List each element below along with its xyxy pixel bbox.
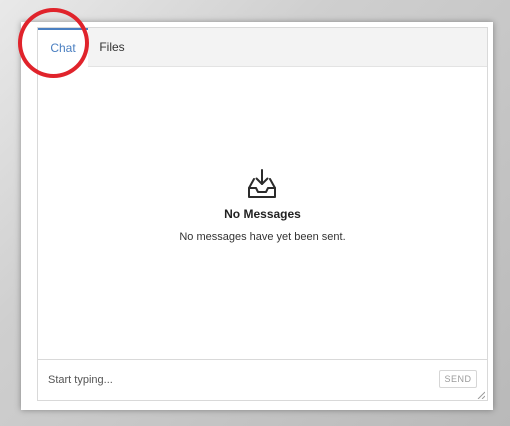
tab-chat[interactable]: Chat [38, 28, 88, 67]
tab-files[interactable]: Files [90, 28, 134, 66]
chat-panel: Chat Files No Messages No messages have … [21, 22, 493, 410]
empty-state: No Messages No messages have yet been se… [38, 67, 487, 359]
message-composer: SEND [38, 359, 487, 401]
tab-bar: Chat Files [38, 28, 487, 67]
send-button[interactable]: SEND [439, 370, 477, 388]
empty-state-subtitle: No messages have yet been sent. [179, 231, 346, 243]
inbox-download-icon [248, 169, 276, 198]
chat-widget: Chat Files No Messages No messages have … [37, 27, 488, 401]
resize-handle-icon[interactable] [477, 391, 485, 399]
empty-state-title: No Messages [224, 207, 301, 221]
message-input[interactable] [38, 360, 430, 399]
